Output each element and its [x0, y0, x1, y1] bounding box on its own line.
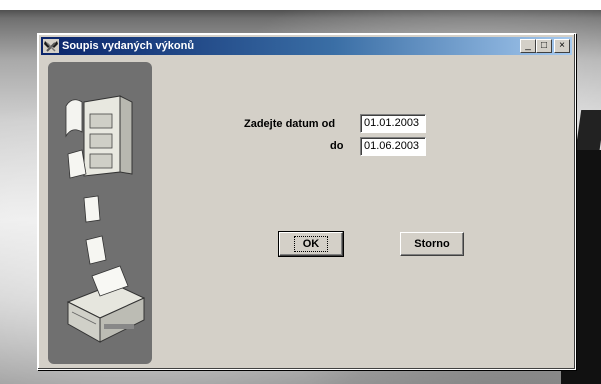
- ok-button-label: OK: [293, 236, 329, 252]
- close-icon: ×: [559, 40, 565, 51]
- dialog-window: Soupis vydaných výkonů _ □ × Zadejte dat…: [37, 33, 576, 370]
- close-button[interactable]: ×: [554, 39, 570, 53]
- minimize-button[interactable]: _: [520, 39, 536, 53]
- date-from-label: Zadejte datum od: [244, 118, 336, 130]
- cancel-button-label: Storno: [414, 238, 450, 250]
- filing-cabinet-printer-icon: [65, 95, 146, 343]
- date-to-field[interactable]: 01.06.2003: [360, 137, 426, 156]
- window-title: Soupis vydaných výkonů: [62, 40, 195, 52]
- window-controls: _ □ ×: [520, 39, 570, 53]
- maximize-icon: □: [540, 40, 548, 51]
- date-to-label: do: [330, 140, 344, 152]
- title-bar[interactable]: Soupis vydaných výkonů _ □ ×: [41, 37, 572, 55]
- side-illustration-panel: [48, 62, 152, 364]
- ok-button[interactable]: OK: [278, 231, 344, 257]
- tools-icon[interactable]: [43, 39, 59, 53]
- cancel-button[interactable]: Storno: [400, 232, 464, 256]
- minimize-icon: _: [525, 40, 531, 51]
- date-from-field[interactable]: 01.01.2003: [360, 114, 426, 133]
- maximize-button[interactable]: □: [536, 39, 552, 53]
